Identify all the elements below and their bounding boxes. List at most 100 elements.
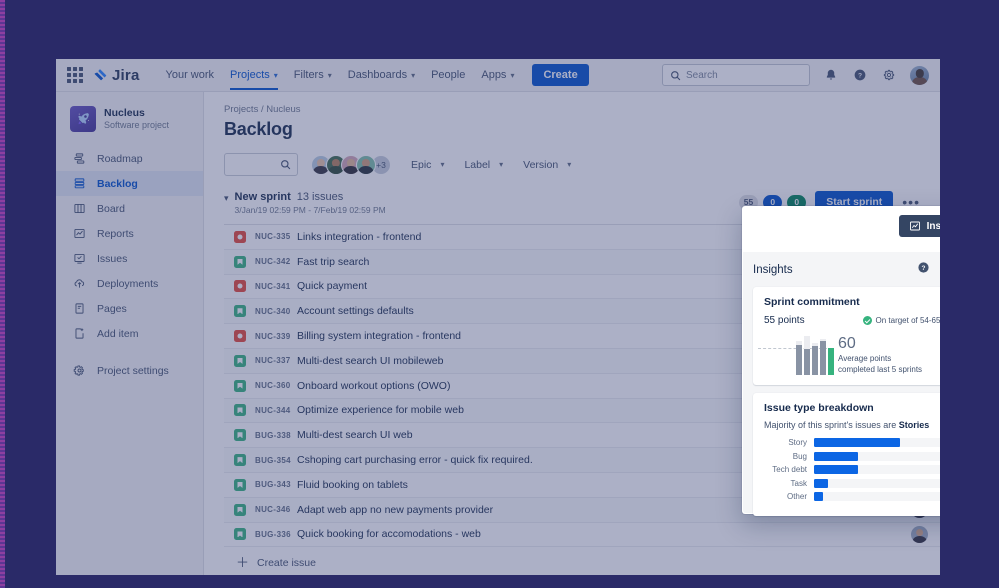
- issue-summary: Quick payment: [297, 280, 368, 293]
- sprint-collapse-chevron-icon[interactable]: ▾: [224, 193, 229, 204]
- breakdown-label: Other: [786, 492, 807, 501]
- breakdown-row: Story: [764, 438, 940, 447]
- sprint-commitment-header: Sprint commitment ▾: [764, 296, 940, 308]
- settings-gear-icon[interactable]: [881, 67, 897, 83]
- breakdown-track: [814, 465, 940, 474]
- insights-overlay: Insights Insights ?: [742, 206, 940, 516]
- sidebar-item-pages[interactable]: Pages: [56, 296, 203, 321]
- backlog-search-input[interactable]: [224, 153, 298, 176]
- breakdown-track: [814, 492, 940, 501]
- sidebar-item-board[interactable]: Board: [56, 196, 203, 221]
- sidebar-item-project-settings[interactable]: Project settings: [56, 358, 203, 383]
- breakdown-label: Task: [790, 478, 807, 488]
- chevron-down-icon: ▾: [567, 160, 572, 169]
- sidebar-item-label: Project settings: [97, 364, 169, 377]
- app-switcher-grid-icon[interactable]: [67, 67, 83, 83]
- insights-panel-title: Insights: [753, 264, 793, 276]
- global-search-input[interactable]: Search: [662, 64, 810, 86]
- nav-label: People: [431, 69, 466, 81]
- issue-row[interactable]: BUG-336 Quick booking for accomodations -…: [224, 522, 940, 548]
- breakdown-track: [814, 451, 940, 461]
- sprint-commitment-chart: 60 Average points completed last 5 sprin…: [758, 335, 940, 375]
- breakdown-bar: [814, 451, 858, 461]
- jira-mark-icon: [94, 68, 107, 80]
- nav-item-projects[interactable]: Projects ▾: [222, 60, 286, 90]
- avatar[interactable]: [356, 154, 376, 175]
- breakdown-label: Tech debt: [772, 465, 807, 474]
- issue-type-breakdown-subtitle: Majority of this sprint's issues are Sto…: [764, 420, 940, 430]
- issue-summary: Quick booking for accomodations - web: [297, 528, 481, 541]
- sidebar-item-roadmap[interactable]: Roadmap: [56, 146, 203, 171]
- nav-item-dashboards[interactable]: Dashboards ▾: [340, 60, 423, 90]
- story-type-icon: [234, 354, 246, 367]
- issue-key: BUG-336: [255, 529, 291, 539]
- issue-key: NUC-340: [255, 306, 291, 316]
- nav-item-people[interactable]: People: [423, 60, 473, 90]
- insights-toggle-button[interactable]: Insights: [898, 215, 940, 237]
- sidebar-item-issues[interactable]: Issues: [56, 246, 203, 271]
- user-avatar[interactable]: [910, 65, 929, 85]
- breakdown-track: [814, 438, 940, 447]
- chevron-down-icon: ▾: [510, 70, 515, 80]
- sidebar-item-deployments[interactable]: Deployments: [56, 271, 203, 296]
- project-header[interactable]: Nucleus Software project: [56, 104, 203, 146]
- notifications-bell-icon[interactable]: [823, 67, 839, 83]
- nav-label: Dashboards: [347, 69, 408, 81]
- plus-icon: ＋: [236, 555, 250, 571]
- issue-summary: Optimize experience for mobile web: [297, 404, 464, 417]
- nav-item-your-work[interactable]: Your work: [158, 60, 223, 90]
- story-type-icon: [234, 503, 246, 516]
- jira-logo[interactable]: Jira: [93, 67, 140, 84]
- filter-version-dropdown[interactable]: Version ▾: [523, 159, 571, 171]
- sidebar-item-label: Pages: [97, 302, 127, 315]
- sprint-commitment-title: Sprint commitment: [764, 296, 860, 308]
- jira-logo-text: Jira: [112, 66, 140, 84]
- breakdown-label: Story: [788, 438, 807, 447]
- refresh-icon[interactable]: [939, 261, 940, 279]
- nav-item-apps[interactable]: Apps ▾: [473, 60, 522, 90]
- sidebar-item-backlog[interactable]: Backlog: [56, 171, 203, 196]
- nav-item-filters[interactable]: Filters ▾: [286, 60, 340, 90]
- sprint-commitment-card: Sprint commitment ▾ 55 points On target …: [753, 287, 940, 385]
- issue-assignee-avatar[interactable]: [911, 525, 928, 543]
- breadcrumb[interactable]: Projects / Nucleus: [224, 104, 940, 115]
- on-target-text: On target of 54-65 points: [875, 316, 941, 325]
- filter-epic-dropdown[interactable]: Epic ▾: [411, 159, 444, 171]
- help-question-icon[interactable]: ?: [852, 67, 868, 83]
- story-type-icon: [234, 429, 246, 442]
- issue-summary: Onboard workout options (OWO): [297, 379, 451, 392]
- breakdown-row: Task: [764, 478, 940, 488]
- sparkline-bar-remainder: [804, 336, 810, 349]
- create-button[interactable]: Create: [532, 64, 589, 86]
- sparkline-bar-completed: [812, 346, 818, 375]
- issue-key: NUC-335: [255, 232, 291, 242]
- story-type-icon: [234, 305, 246, 318]
- issue-summary: Cshoping cart purchasing error - quick f…: [297, 454, 533, 467]
- insights-container: Insights Insights ?: [742, 206, 940, 516]
- sprint-name[interactable]: New sprint: [235, 191, 291, 203]
- nav-label: Filters: [293, 69, 324, 81]
- search-icon: [671, 70, 681, 80]
- issue-key: BUG-338: [255, 430, 291, 440]
- issue-row-right: [911, 525, 928, 543]
- bug-type-icon: [234, 330, 246, 343]
- filter-label-dropdown[interactable]: Label ▾: [464, 159, 503, 171]
- story-type-icon: [234, 454, 246, 467]
- issue-summary: Account settings defaults: [297, 305, 414, 318]
- chevron-down-icon: ▾: [273, 70, 278, 80]
- svg-text:?: ?: [922, 265, 926, 272]
- sparkline-bar-completed: [828, 347, 834, 375]
- average-points-value: 60: [838, 335, 856, 353]
- issue-type-breakdown-card: Issue type breakdown ▾ Majority of this …: [753, 393, 940, 516]
- sidebar-item-reports[interactable]: Reports: [56, 221, 203, 246]
- sparkline-bar-completed: [804, 349, 810, 375]
- sparkline-bar: [820, 339, 826, 375]
- chevron-down-icon: ▾: [440, 160, 445, 169]
- board-icon: [72, 202, 86, 216]
- sidebar-item-add-item[interactable]: Add item: [56, 321, 203, 346]
- sprint-date-range: 3/Jan/19 02:59 PM - 7/Feb/19 02:59 PM: [234, 205, 386, 215]
- create-issue-button[interactable]: ＋ Create issue: [224, 547, 940, 569]
- decorative-edge-strip: [0, 0, 5, 588]
- sidebar-item-label: Issues: [97, 252, 128, 265]
- help-question-icon[interactable]: ?: [917, 261, 930, 279]
